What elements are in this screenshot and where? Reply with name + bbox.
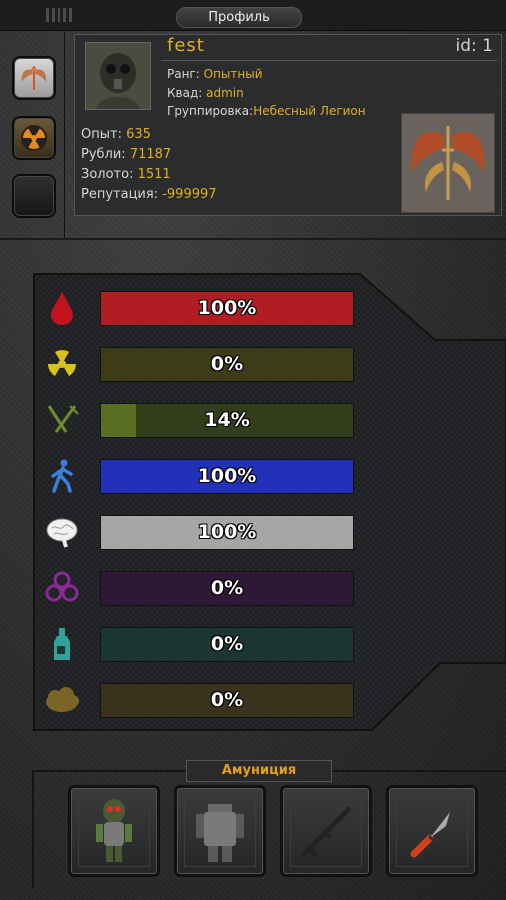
radiation-bar-row: 0%: [34, 346, 364, 382]
health-value: 100%: [197, 297, 257, 319]
squad-label: Квад:: [167, 86, 203, 100]
biohazard-bar: 0%: [100, 571, 354, 606]
ammo-section-title: Амуниция: [186, 760, 332, 782]
bottle-icon: [54, 628, 70, 660]
radiation-bar: 0%: [100, 347, 354, 382]
radiation-tab-button[interactable]: [12, 116, 56, 160]
biohazard-bar-row: 0%: [34, 570, 364, 606]
player-id: id: 1: [455, 36, 493, 56]
page-title: Профиль: [176, 7, 302, 28]
faction-label: Группировка:: [167, 104, 254, 118]
hunger-bar-row: 14%: [34, 402, 364, 438]
ammo-slot-suit[interactable]: [68, 785, 160, 877]
intoxication-bar-row: 0%: [34, 626, 364, 662]
rank-label: Ранг:: [167, 67, 200, 81]
intoxication-value: 0%: [210, 633, 244, 655]
rubles-label: Рубли:: [81, 147, 126, 162]
biohazard-icon: [45, 571, 79, 602]
faction-value: Небесный Легион: [253, 104, 366, 118]
squad-value: admin: [206, 86, 244, 100]
gas-value: 0%: [210, 689, 244, 711]
faction-row: Группировка:Небесный Легион: [167, 104, 366, 118]
psy-bar: 100%: [100, 515, 354, 550]
intoxication-bar: 0%: [100, 627, 354, 662]
ammo-slot-knife[interactable]: [386, 785, 478, 877]
header-divider: [0, 238, 506, 240]
radiation-badge-icon: [21, 125, 47, 151]
walking-man-icon: [51, 459, 73, 493]
ammo-slot-armor[interactable]: [174, 785, 266, 877]
rubles-row: Рубли: 71187: [81, 147, 171, 162]
stamina-bar: 100%: [100, 459, 354, 494]
left-divider: [64, 30, 65, 240]
rubles-value: 71187: [129, 147, 172, 162]
faction-tab-button[interactable]: [12, 56, 56, 100]
stamina-value: 100%: [197, 465, 257, 487]
name-underline: [161, 60, 497, 61]
radiation-icon: [48, 350, 76, 376]
fork-knife-icon: [47, 405, 79, 433]
knife-icon: [410, 812, 450, 858]
top-bar: Профиль: [0, 0, 506, 31]
player-name: fest: [167, 35, 205, 56]
rank-row: Ранг: Опытный: [167, 67, 263, 81]
gasmask-soldier-icon: [86, 43, 150, 109]
hunger-bar: 14%: [100, 403, 354, 438]
hazmat-suit-icon: [96, 799, 132, 862]
gas-bar: 0%: [100, 683, 354, 718]
gold-label: Золото:: [81, 167, 134, 182]
exp-row: Опыт: 635: [81, 127, 151, 142]
gold-value: 1511: [137, 167, 171, 182]
reputation-row: Репутация: -999997: [81, 187, 217, 202]
reputation-label: Репутация:: [81, 187, 159, 202]
squad-row: Квад: admin: [167, 86, 244, 100]
rank-value: Опытный: [203, 67, 263, 81]
faction-emblem: [401, 113, 495, 213]
rifle-icon: [300, 806, 352, 858]
psy-bar-row: 100%: [34, 514, 364, 550]
empty-tab-button[interactable]: [12, 174, 56, 218]
stamina-bar-row: 100%: [34, 458, 364, 494]
cloud-icon: [46, 687, 79, 712]
stats-list: 100% 0% 14% 100% 100% 0% 0% 0%: [34, 275, 506, 733]
exp-value: 635: [126, 127, 151, 142]
health-bar: 100%: [100, 291, 354, 326]
winged-sword-icon: [21, 66, 47, 90]
avatar: [85, 42, 151, 110]
health-bar-row: 100%: [34, 290, 364, 326]
exp-label: Опыт:: [81, 127, 122, 142]
winged-sword-emblem-icon: [402, 114, 494, 212]
radiation-value: 0%: [210, 353, 244, 375]
gas-bar-row: 0%: [34, 682, 364, 718]
body-armor-icon: [196, 804, 244, 862]
blood-drop-icon: [51, 292, 73, 325]
brain-icon: [46, 518, 78, 548]
ammo-slot-rifle[interactable]: [280, 785, 372, 877]
reputation-value: -999997: [162, 187, 217, 202]
biohazard-value: 0%: [210, 577, 244, 599]
menu-grip-icon[interactable]: [46, 8, 72, 22]
psy-value: 100%: [197, 521, 257, 543]
hunger-value: 14%: [204, 409, 250, 431]
gold-row: Золото: 1511: [81, 167, 171, 182]
profile-panel: fest id: 1 Ранг: Опытный Квад: admin Гру…: [74, 34, 502, 216]
